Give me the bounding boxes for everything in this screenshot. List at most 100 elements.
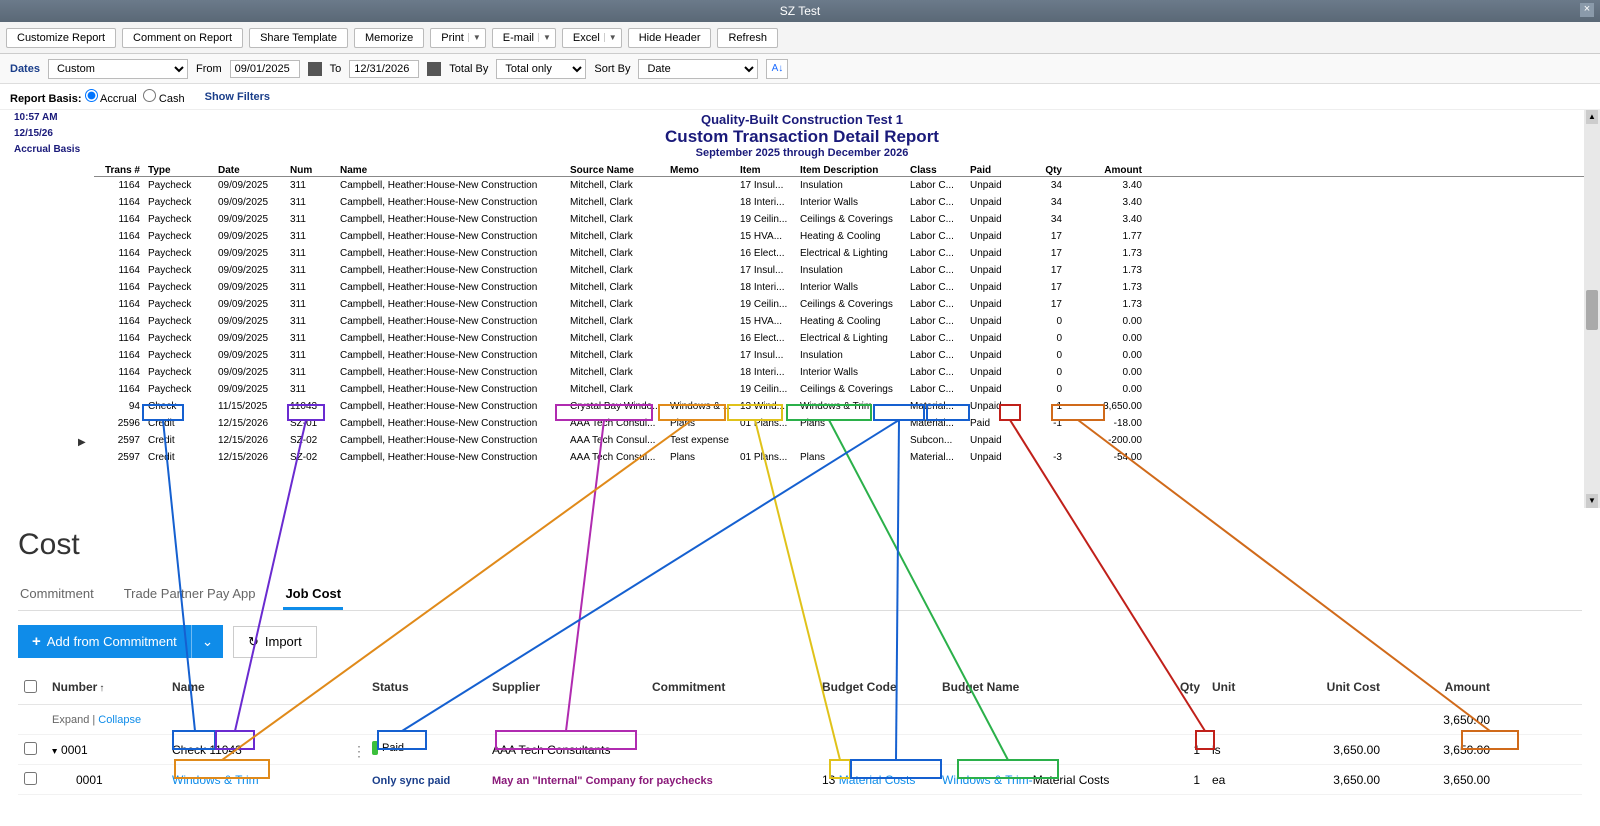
table-row[interactable]: 1164Paycheck09/09/2025311Campbell, Heath… bbox=[94, 296, 1590, 313]
cost-row-parent[interactable]: ▸0001 Check 11043 ⋮ Paid AAA Tech Consul… bbox=[18, 735, 1582, 765]
sort-asc-icon[interactable]: ↑ bbox=[99, 683, 104, 694]
scroll-thumb[interactable] bbox=[1586, 290, 1598, 330]
report-time: 10:57 AM bbox=[14, 110, 80, 126]
cost-actions: +Add from Commitment ⌄ ↻Import bbox=[18, 625, 1582, 658]
report-basis-label: Report Basis: bbox=[10, 93, 82, 105]
excel-button[interactable]: Excel▼ bbox=[562, 28, 622, 48]
note-sync: Only sync paid bbox=[372, 775, 450, 787]
row-qty: 1 bbox=[1193, 743, 1200, 757]
table-row[interactable]: 1164Paycheck09/09/2025311Campbell, Heath… bbox=[94, 228, 1590, 245]
scrollbar[interactable]: ▲ ▼ bbox=[1584, 110, 1600, 508]
cost-tabs: Commitment Trade Partner Pay App Job Cos… bbox=[18, 580, 1582, 611]
table-row[interactable]: 1164Paycheck09/09/2025311Campbell, Heath… bbox=[94, 262, 1590, 279]
qb-basis-bar: Report Basis: Accrual Cash Show Filters bbox=[0, 84, 1600, 110]
to-date-input[interactable] bbox=[349, 60, 419, 78]
row-caret-icon: ▶ bbox=[78, 434, 86, 451]
chevron-down-icon: ▼ bbox=[468, 33, 481, 42]
sortby-select[interactable]: Date bbox=[638, 59, 758, 79]
show-filters-link[interactable]: Show Filters bbox=[205, 91, 270, 103]
table-row[interactable]: 1164Paycheck09/09/2025311Campbell, Heath… bbox=[94, 177, 1590, 194]
print-button[interactable]: Print▼ bbox=[430, 28, 486, 48]
share-template-button[interactable]: Share Template bbox=[249, 28, 348, 48]
totalby-label: Total By bbox=[449, 63, 488, 75]
row-name-link[interactable]: Windows & Trim bbox=[172, 773, 259, 787]
refresh-button[interactable]: Refresh bbox=[717, 28, 778, 48]
cost-title: Cost bbox=[18, 528, 1582, 562]
accrual-radio[interactable] bbox=[85, 89, 98, 102]
calendar-icon[interactable] bbox=[427, 62, 441, 76]
row-name: Check 11043 bbox=[172, 743, 242, 757]
scroll-down-icon[interactable]: ▼ bbox=[1586, 494, 1598, 508]
import-icon: ↻ bbox=[248, 634, 259, 650]
qb-table: Trans #Type DateNum NameSource Name Memo… bbox=[94, 165, 1590, 466]
customize-report-button[interactable]: Customize Report bbox=[6, 28, 116, 48]
more-icon[interactable]: ⋮ bbox=[352, 743, 366, 760]
dates-select[interactable]: Custom bbox=[48, 59, 188, 79]
dates-label: Dates bbox=[10, 63, 40, 75]
cash-radio[interactable] bbox=[143, 89, 156, 102]
table-row[interactable]: 2596Credit12/15/2026SZ-01Campbell, Heath… bbox=[94, 415, 1590, 432]
table-row[interactable]: 94Check11/15/202511043Campbell, Heather:… bbox=[94, 398, 1590, 415]
tab-commitment[interactable]: Commitment bbox=[18, 580, 96, 610]
tab-trade-pay-app[interactable]: Trade Partner Pay App bbox=[122, 580, 258, 610]
table-row[interactable]: 1164Paycheck09/09/2025311Campbell, Heath… bbox=[94, 381, 1590, 398]
plus-icon: + bbox=[32, 633, 41, 650]
select-all-checkbox[interactable] bbox=[24, 680, 37, 693]
status-badge: Paid bbox=[372, 741, 404, 755]
qb-toolbar: Customize Report Comment on Report Share… bbox=[0, 22, 1600, 54]
expand-link[interactable]: Expand bbox=[52, 714, 89, 726]
report-basis: Accrual Basis bbox=[14, 142, 80, 158]
sortby-label: Sort By bbox=[594, 63, 630, 75]
cost-panel: Cost Commitment Trade Partner Pay App Jo… bbox=[0, 508, 1600, 795]
email-button[interactable]: E-mail▼ bbox=[492, 28, 556, 48]
add-from-commitment-button[interactable]: +Add from Commitment bbox=[18, 625, 191, 658]
comment-report-button[interactable]: Comment on Report bbox=[122, 28, 243, 48]
table-row[interactable]: 1164Paycheck09/09/2025311Campbell, Heath… bbox=[94, 364, 1590, 381]
table-row[interactable]: 1164Paycheck09/09/2025311Campbell, Heath… bbox=[94, 313, 1590, 330]
row-checkbox[interactable] bbox=[24, 742, 37, 755]
table-row[interactable]: ▶2597Credit12/15/2026SZ-02Campbell, Heat… bbox=[94, 432, 1590, 449]
cost-table: Number↑ Name Status Supplier Commitment … bbox=[18, 672, 1582, 795]
report-range: September 2025 through December 2026 bbox=[14, 147, 1590, 159]
window-title: SZ Test bbox=[780, 4, 820, 18]
qb-report-header: Quality-Built Construction Test 1 Custom… bbox=[14, 112, 1590, 159]
report-date: 12/15/26 bbox=[14, 126, 80, 142]
import-button[interactable]: ↻Import bbox=[233, 626, 317, 658]
hide-header-button[interactable]: Hide Header bbox=[628, 28, 712, 48]
table-row[interactable]: 1164Paycheck09/09/2025311Campbell, Heath… bbox=[94, 245, 1590, 262]
note-internal: May an "Internal" Company for paychecks bbox=[492, 775, 713, 787]
qb-titlebar: SZ Test × bbox=[0, 0, 1600, 22]
close-icon[interactable]: × bbox=[1580, 3, 1594, 17]
memorize-button[interactable]: Memorize bbox=[354, 28, 424, 48]
table-row[interactable]: 1164Paycheck09/09/2025311Campbell, Heath… bbox=[94, 194, 1590, 211]
company-name: Quality-Built Construction Test 1 bbox=[14, 112, 1590, 127]
from-label: From bbox=[196, 63, 222, 75]
to-label: To bbox=[330, 63, 342, 75]
table-row[interactable]: 1164Paycheck09/09/2025311Campbell, Heath… bbox=[94, 330, 1590, 347]
from-date-input[interactable] bbox=[230, 60, 300, 78]
cost-table-header: Number↑ Name Status Supplier Commitment … bbox=[18, 672, 1582, 705]
table-row[interactable]: 1164Paycheck09/09/2025311Campbell, Heath… bbox=[94, 211, 1590, 228]
report-title: Custom Transaction Detail Report bbox=[14, 127, 1590, 147]
qb-table-header: Trans #Type DateNum NameSource Name Memo… bbox=[94, 165, 1590, 177]
row-checkbox[interactable] bbox=[24, 772, 37, 785]
qb-meta: 10:57 AM 12/15/26 Accrual Basis bbox=[14, 110, 80, 158]
table-row[interactable]: 1164Paycheck09/09/2025311Campbell, Heath… bbox=[94, 279, 1590, 296]
totalby-select[interactable]: Total only bbox=[496, 59, 586, 79]
row-supplier: AAA Tech Consultants bbox=[492, 743, 611, 757]
table-row[interactable]: 1164Paycheck09/09/2025311Campbell, Heath… bbox=[94, 347, 1590, 364]
qb-report-area: 10:57 AM 12/15/26 Accrual Basis Quality-… bbox=[0, 110, 1600, 508]
tab-job-cost[interactable]: Job Cost bbox=[283, 580, 343, 610]
row-amount: 3,650.00 bbox=[1443, 743, 1490, 757]
sort-ascending-icon[interactable]: A↓ bbox=[766, 59, 788, 79]
calendar-icon[interactable] bbox=[308, 62, 322, 76]
chevron-down-icon: ▼ bbox=[604, 33, 617, 42]
add-dropdown-button[interactable]: ⌄ bbox=[191, 625, 223, 658]
scroll-up-icon[interactable]: ▲ bbox=[1586, 110, 1598, 124]
collapse-link[interactable]: Collapse bbox=[98, 714, 141, 726]
chevron-down-icon: ⌄ bbox=[202, 634, 213, 649]
chevron-down-icon: ▼ bbox=[538, 33, 551, 42]
table-row[interactable]: 2597Credit12/15/2026SZ-02Campbell, Heath… bbox=[94, 449, 1590, 466]
cost-row-child[interactable]: 0001 Windows & Trim Only sync paid May a… bbox=[18, 765, 1582, 795]
expand-icon[interactable]: ▸ bbox=[49, 748, 60, 753]
